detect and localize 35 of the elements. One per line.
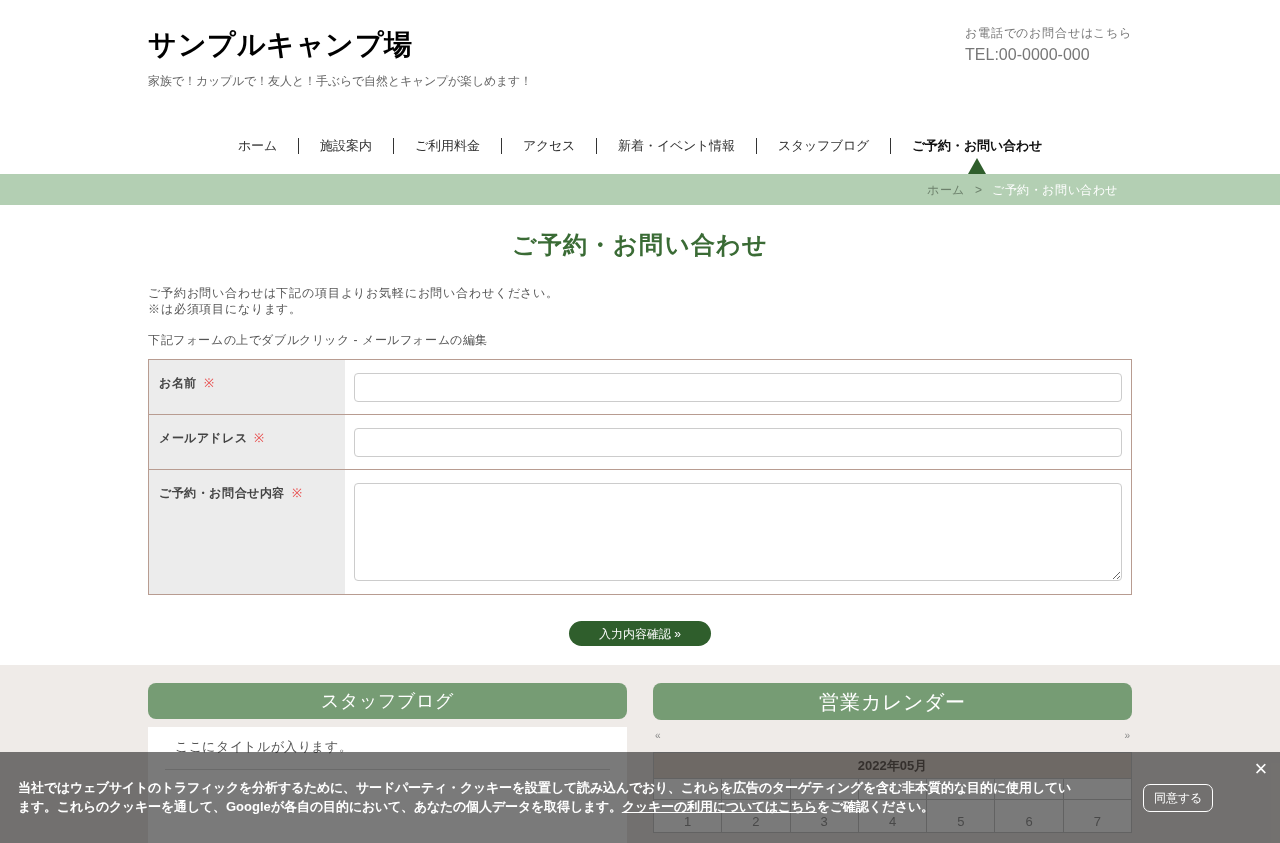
post-title-link[interactable]: ここにタイトルが入ります。 [175,739,600,755]
intro-text: ご予約お問い合わせは下記の項目よりお気軽にお問い合わせください。 [148,285,560,301]
field-label: ご予約・お問合せ内容 [159,486,285,500]
accept-button[interactable]: 同意する [1143,784,1213,812]
page-title: ご予約・お問い合わせ [510,230,770,260]
nav-link[interactable]: ご利用料金 [394,137,501,155]
nav-link[interactable]: 新着・イベント情報 [597,137,756,155]
message-textarea[interactable] [354,483,1122,581]
edit-hint: 下記フォームの上でダブルクリック - メールフォームの編集 [148,332,490,348]
calendar-heading: 営業カレンダー [653,683,1132,720]
cookie-policy-link[interactable]: クッキーの利用についてはこちら [621,799,817,814]
text-input-field[interactable] [354,428,1122,457]
text-input-field[interactable] [354,373,1122,402]
nav-link[interactable]: アクセス [502,137,596,155]
close-button[interactable]: × [1251,758,1271,780]
blog-heading: スタッフブログ [148,683,627,719]
required-mark: ※ [292,486,302,500]
required-mark: ※ [203,376,214,390]
nav-link[interactable]: スタッフブログ [757,137,890,155]
intro-text: ※は必須項目になります。 [148,301,304,317]
cookie-notice-text: 当社ではウェブサイトのトラフィックを分析するために、サードパーティ・クッキーを設置して読み込んでおり、これらを広告のターゲティングを含む非本質的な目的に使用しています。これらのクッキーを通して、Googleが各自の目的において、あなたの個人データを取得します。クッキーの利用についてはこちら をご確認ください。 [18,779,1072,816]
nav-link[interactable]: ホーム [217,137,298,155]
confirm-button[interactable]: 入力内容確認 » [569,621,711,646]
field-label: お名前 [159,376,197,390]
required-mark: ※ [254,431,265,445]
phone-number: TEL:00-0000-000 [965,45,1091,65]
breadcrumb-separator: > [975,181,982,198]
site-tagline: 家族で！カップルで！友人と！手ぶらで自然とキャンプが楽しめます！ [148,73,532,90]
site-title[interactable]: サンプルキャンプ場 [148,27,532,63]
field-label: メールアドレス [159,431,248,445]
nav-link[interactable]: ご予約・お問い合わせ [891,137,1063,155]
breadcrumb-current: ご予約・お問い合わせ [992,181,1118,198]
calendar-month: 2022年05月 [857,757,928,774]
nav-link[interactable]: 施設案内 [299,137,393,155]
contact-label: お電話でのお問合せはこちら [965,25,1132,42]
